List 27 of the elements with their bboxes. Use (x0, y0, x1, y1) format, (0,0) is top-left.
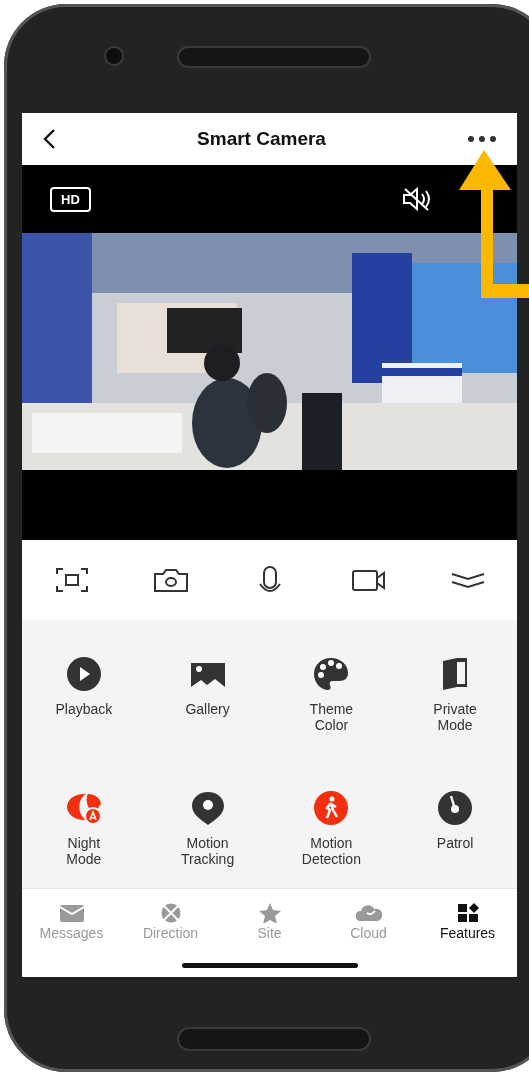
quality-button[interactable]: HD (50, 186, 91, 212)
back-icon[interactable] (42, 128, 56, 150)
feature-label: Motion Detection (301, 835, 361, 867)
feature-label: Private Mode (433, 701, 477, 733)
feature-item[interactable]: Gallery (145, 620, 270, 754)
mute-icon[interactable] (402, 187, 432, 211)
camera-icon[interactable] (152, 566, 189, 594)
feature-item[interactable]: Theme Color (269, 620, 394, 754)
tab[interactable]: Features (418, 889, 517, 949)
feature-label: Playback (55, 701, 113, 717)
envelope-icon (58, 903, 85, 923)
screen-title: Smart Camera (197, 128, 326, 150)
feature-item[interactable]: Playback (22, 620, 146, 754)
feature-item[interactable]: Private Mode (393, 620, 517, 754)
feature-label: Night Mode (66, 835, 102, 867)
feature-label: Theme Color (309, 701, 354, 733)
feature-item[interactable]: Night Mode (22, 754, 146, 888)
more-icon[interactable] (467, 135, 497, 143)
front-camera (106, 48, 122, 64)
feature-label: Gallery (185, 701, 230, 717)
feature-item[interactable]: Motion Detection (269, 754, 394, 888)
feature-label: Patrol (436, 835, 474, 851)
feature-item[interactable]: Motion Tracking (145, 754, 270, 888)
feature-label: Motion Tracking (181, 835, 235, 867)
feature-item[interactable]: Patrol (393, 754, 517, 888)
cloud-icon (355, 903, 382, 923)
fullscreen-icon[interactable] (53, 566, 90, 594)
